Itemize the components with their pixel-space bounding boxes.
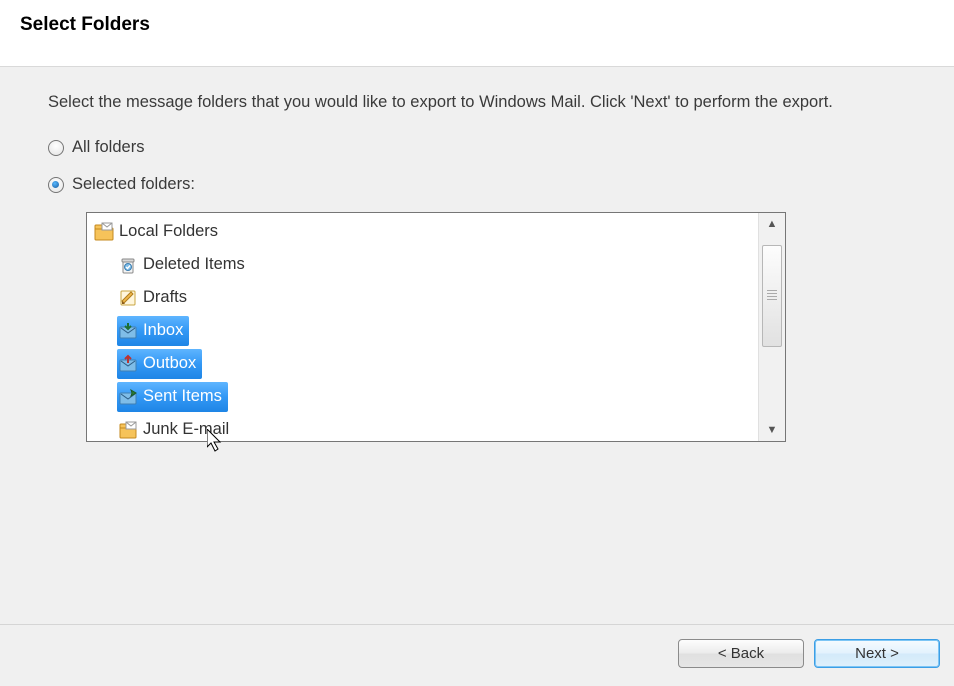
- tree-item-deleted[interactable]: Deleted Items: [87, 248, 759, 281]
- instruction-text: Select the message folders that you woul…: [48, 91, 906, 114]
- drafts-icon: [117, 287, 139, 309]
- tree-item-inbox[interactable]: Inbox: [87, 314, 759, 347]
- radio-all-folders[interactable]: All folders: [48, 138, 906, 157]
- radio-icon: [48, 177, 64, 193]
- back-button[interactable]: < Back: [678, 639, 804, 668]
- radio-all-label: All folders: [72, 138, 144, 157]
- junk-icon: [117, 419, 139, 441]
- tree-item-drafts[interactable]: Drafts: [87, 281, 759, 314]
- tree-item-sent[interactable]: Sent Items: [87, 380, 759, 413]
- dialog-content: Select the message folders that you woul…: [0, 67, 954, 624]
- tree-item-label: Sent Items: [143, 387, 222, 406]
- outbox-icon: [117, 353, 139, 375]
- radio-icon: [48, 140, 64, 156]
- tree-item-label: Drafts: [143, 288, 187, 307]
- vertical-scrollbar[interactable]: ▲ ▼: [758, 213, 785, 441]
- tree-root-label: Local Folders: [119, 222, 218, 241]
- mouse-cursor-icon: [207, 429, 227, 455]
- dialog-header: Select Folders: [0, 0, 954, 66]
- scroll-track[interactable]: [759, 235, 785, 419]
- scroll-down-arrow-icon[interactable]: ▼: [759, 419, 785, 441]
- inbox-icon: [117, 320, 139, 342]
- tree-item-label: Deleted Items: [143, 255, 245, 274]
- sent-icon: [117, 386, 139, 408]
- folder-tree-viewport: Local Folders: [87, 213, 759, 441]
- folder-tree[interactable]: Local Folders: [86, 212, 786, 442]
- dialog-title: Select Folders: [20, 14, 934, 36]
- radio-selected-label: Selected folders:: [72, 175, 195, 194]
- tree-root-local-folders[interactable]: Local Folders: [87, 215, 759, 248]
- tree-item-label: Outbox: [143, 354, 196, 373]
- radio-selected-folders[interactable]: Selected folders:: [48, 175, 906, 194]
- scroll-thumb[interactable]: [762, 245, 782, 347]
- scroll-up-arrow-icon[interactable]: ▲: [759, 213, 785, 235]
- export-wizard-dialog: Select Folders Select the message folder…: [0, 0, 954, 686]
- tree-item-outbox[interactable]: Outbox: [87, 347, 759, 380]
- tree-item-label: Inbox: [143, 321, 183, 340]
- trash-icon: [117, 254, 139, 276]
- dialog-footer: < Back Next >: [0, 624, 954, 686]
- tree-item-junk[interactable]: Junk E-mail: [87, 413, 759, 441]
- root-folder-icon: [93, 221, 115, 243]
- next-button[interactable]: Next >: [814, 639, 940, 668]
